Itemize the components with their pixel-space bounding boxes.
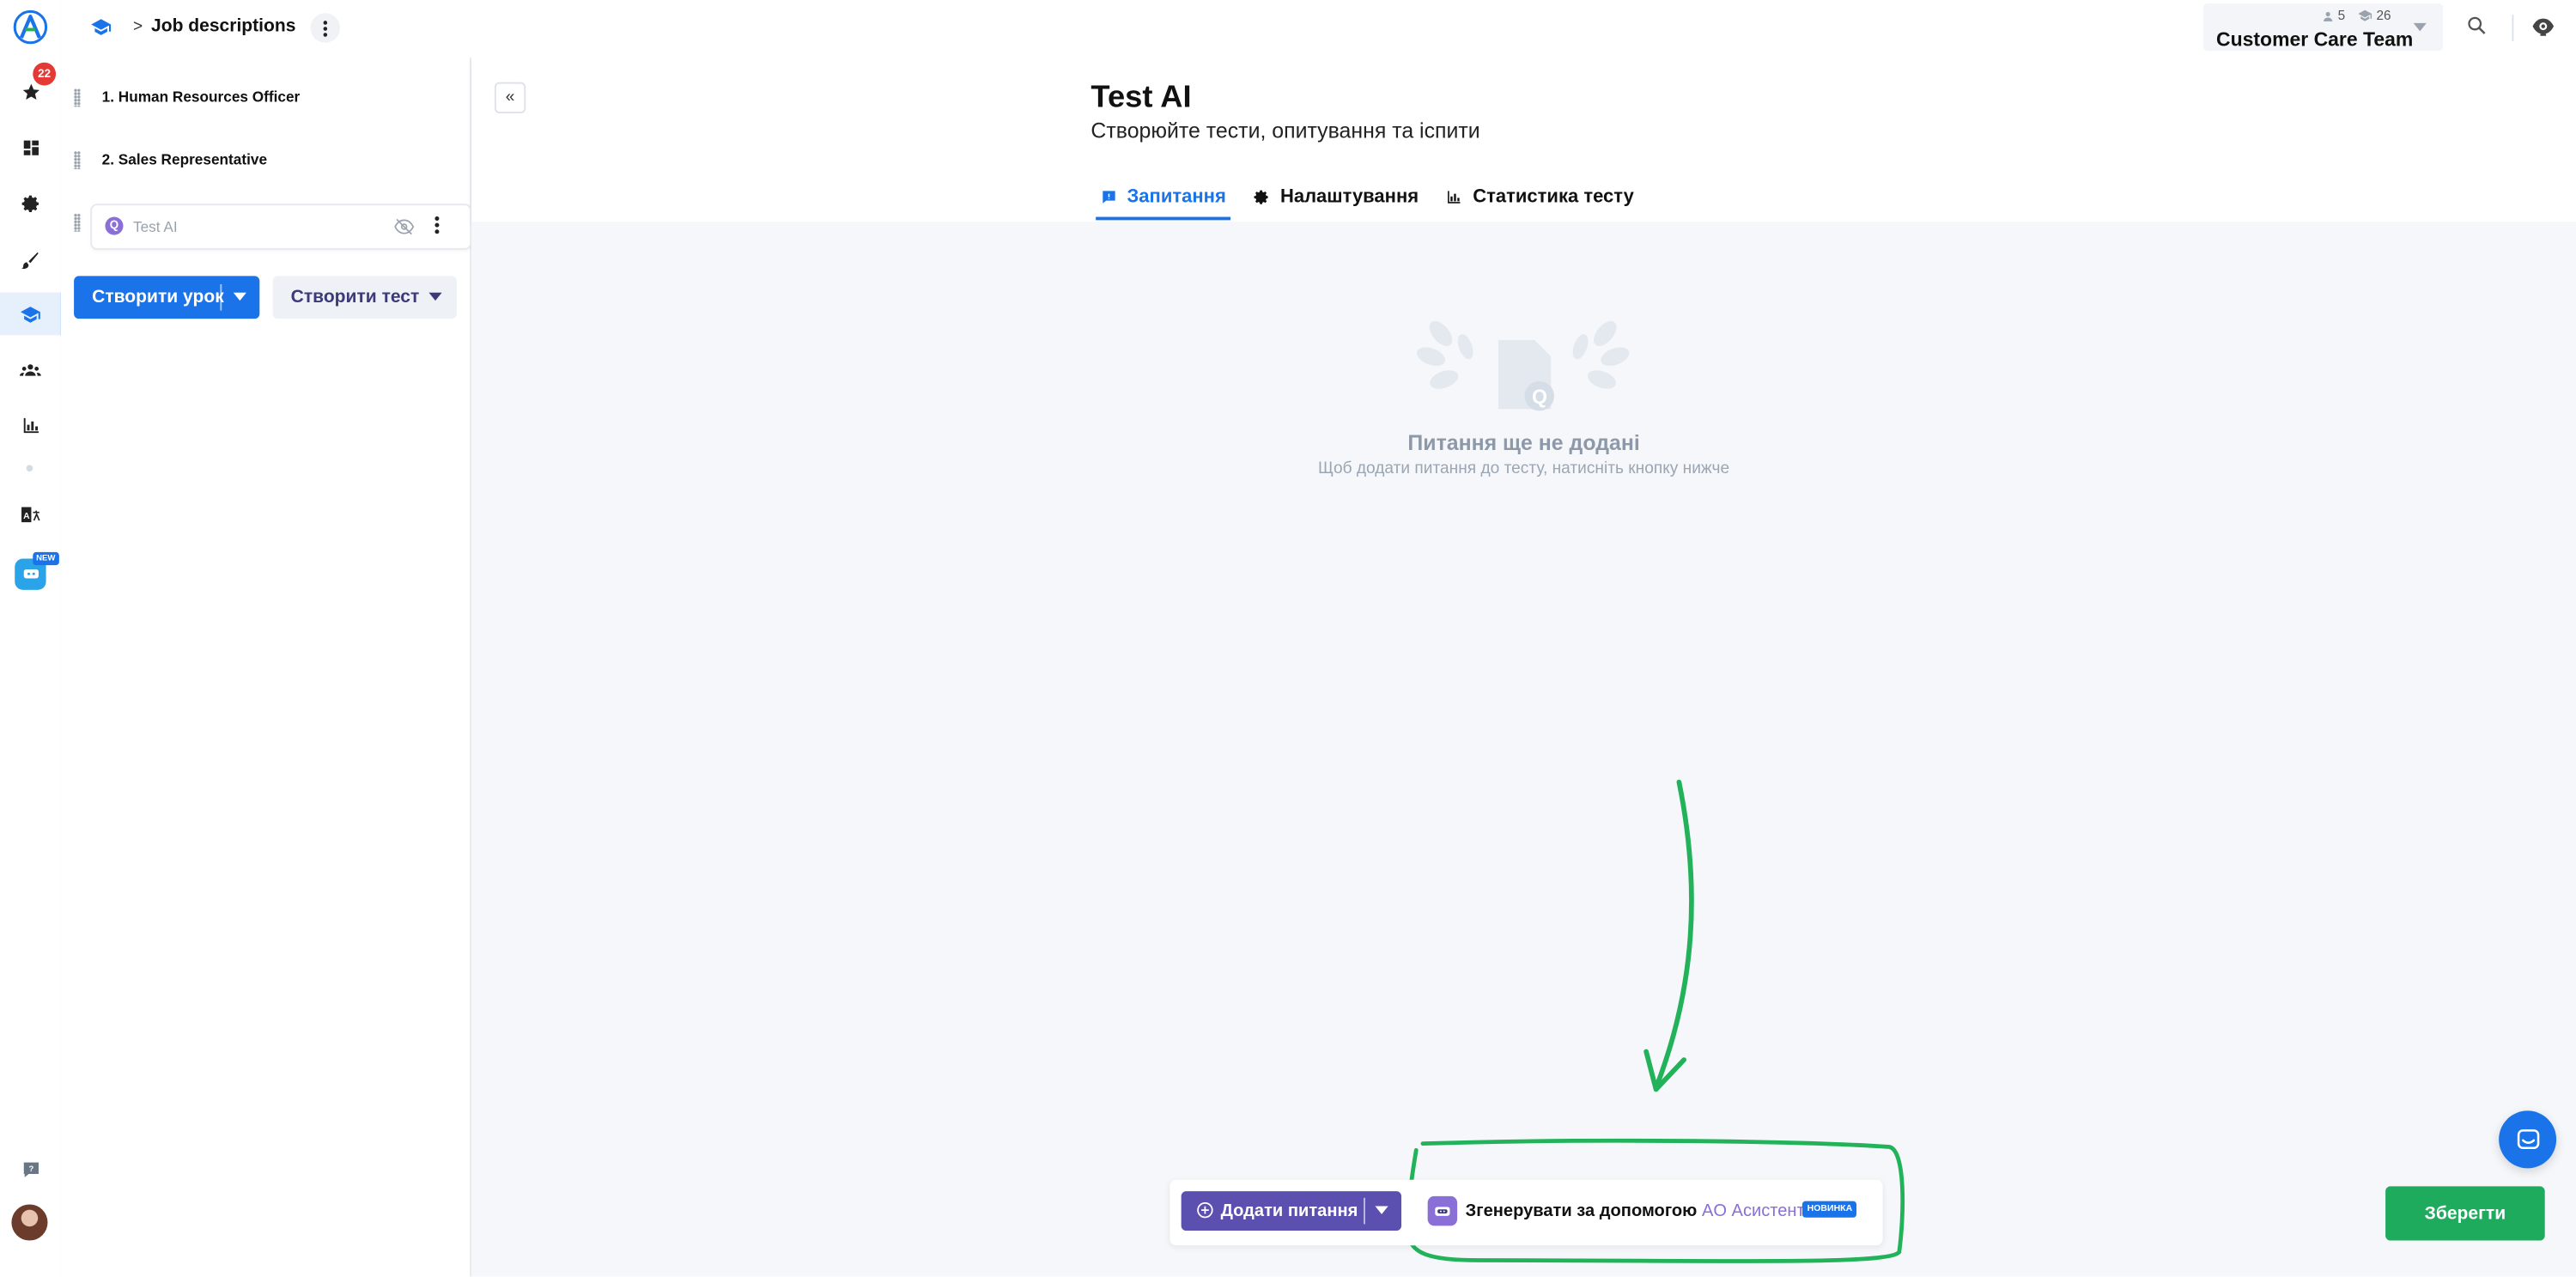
chevron-down-icon[interactable]	[233, 292, 246, 301]
support-chat-button[interactable]	[2499, 1110, 2557, 1169]
new-tag: NEW	[33, 551, 59, 566]
rail-dashboard-button[interactable]	[0, 126, 61, 169]
lesson-label: 2. Sales Representative	[101, 151, 268, 168]
graduation-cap-icon[interactable]	[90, 16, 112, 38]
notification-badge: 22	[33, 62, 57, 86]
add-question-label: Додати питання	[1220, 1201, 1358, 1221]
create-lesson-button[interactable]: Створити урок	[74, 276, 260, 319]
rail-courses-button[interactable]	[0, 292, 64, 336]
top-header: > Job descriptions 5 26 Customer Care Te…	[60, 0, 2576, 59]
lesson-item[interactable]: 1. Human Resources Officer	[61, 77, 470, 120]
chart-icon	[22, 417, 39, 434]
tab-statistics-label: Статистика тесту	[1473, 187, 1634, 208]
team-icon	[19, 363, 41, 375]
team-member-count: 5	[2337, 8, 2346, 23]
svg-text:Q: Q	[1532, 386, 1547, 408]
brush-icon	[21, 251, 39, 269]
quiz-badge-icon: Q	[105, 216, 124, 235]
graduation-cap-icon	[2359, 9, 2372, 21]
add-question-button[interactable]: Додати питання	[1181, 1191, 1402, 1231]
team-counts: 5 26	[2321, 9, 2391, 23]
button-divider	[220, 284, 222, 311]
page-title: Test AI	[1091, 80, 1192, 115]
generate-with-ai-label: Згенерувати за допомогою AO Асистента	[1466, 1201, 1814, 1221]
chevron-down-icon	[2413, 22, 2427, 32]
tab-statistics[interactable]: Статистика тесту	[1442, 178, 1639, 217]
generate-prefix: Згенерувати за допомогою	[1465, 1201, 1698, 1221]
collapse-panel-button[interactable]: «	[494, 82, 526, 114]
tab-settings-label: Налаштування	[1279, 187, 1419, 208]
more-vertical-icon[interactable]	[434, 216, 440, 235]
hidden-eye-icon[interactable]	[394, 217, 415, 237]
team-name: Customer Care Team	[2216, 27, 2414, 52]
gear-icon	[21, 195, 39, 213]
test-header: « Test AI Створюйте тести, опитування та…	[471, 57, 2576, 222]
robot-icon	[1427, 1195, 1458, 1226]
team-selector[interactable]: 5 26 Customer Care Team	[2202, 3, 2444, 52]
plus-circle-icon	[1197, 1201, 1213, 1219]
create-lesson-label: Створити урок	[92, 287, 224, 307]
user-avatar[interactable]	[11, 1204, 48, 1241]
test-item-selected[interactable]: Q Test AI	[90, 204, 472, 250]
left-rail: 22 A NEW ?	[0, 0, 64, 1277]
chat-icon	[2516, 1128, 2539, 1149]
header-divider	[2512, 15, 2514, 41]
rail-team-button[interactable]	[0, 349, 61, 392]
empty-questions-illustration-icon: Q	[1416, 320, 1630, 411]
tab-questions-label: Запитання	[1127, 187, 1226, 208]
drag-handle-icon[interactable]	[74, 213, 81, 232]
question-actions-bar: Додати питання Згенерувати за допомогою …	[1170, 1179, 1883, 1246]
rail-help-button[interactable]: ?	[0, 1148, 61, 1191]
svg-text:A: A	[23, 511, 30, 520]
empty-state-subtitle: Щоб додати питання до тесту, натисніть к…	[1318, 459, 1730, 478]
preview-eye-icon[interactable]	[2531, 15, 2555, 38]
team-learner-count: 26	[2376, 8, 2391, 23]
help-icon: ?	[22, 1162, 39, 1177]
drag-handle-icon[interactable]	[74, 151, 81, 170]
save-button[interactable]: Зберегти	[2385, 1186, 2545, 1241]
comment-icon	[1103, 191, 1115, 204]
translate-icon: A	[21, 506, 40, 522]
questions-area: Q Питання ще не додані Щоб додати питанн…	[471, 222, 2576, 1277]
dashboard-icon	[22, 140, 39, 155]
ai-assistant-name: AO Асистента	[1701, 1201, 1814, 1221]
create-test-label: Створити тест	[290, 287, 420, 307]
lesson-item[interactable]: 2. Sales Representative	[61, 140, 470, 183]
generate-with-ai-button[interactable]: Згенерувати за допомогою AO Асистента НО…	[1414, 1180, 1882, 1246]
chevron-down-icon[interactable]	[428, 292, 442, 301]
test-tabs: Запитання Налаштування Статистика тесту	[1096, 178, 1656, 222]
chevron-down-icon[interactable]	[1375, 1206, 1388, 1214]
star-icon	[21, 83, 39, 100]
breadcrumb-separator: >	[132, 18, 143, 37]
rail-analytics-button[interactable]	[0, 404, 61, 447]
rail-design-button[interactable]	[0, 238, 61, 281]
rail-translate-button[interactable]: A	[0, 493, 61, 536]
svg-text:?: ?	[28, 1165, 33, 1174]
breadcrumb-title[interactable]: Job descriptions	[151, 16, 295, 36]
search-icon[interactable]	[2466, 15, 2488, 36]
user-icon	[2324, 11, 2333, 21]
new-badge: НОВИНКА	[1801, 1201, 1857, 1218]
drag-handle-icon[interactable]	[74, 88, 81, 107]
rail-divider	[26, 465, 33, 472]
lessons-panel: 1. Human Resources Officer 2. Sales Repr…	[60, 57, 472, 1277]
more-vertical-icon	[323, 20, 328, 36]
tab-settings[interactable]: Налаштування	[1249, 178, 1424, 217]
empty-state-title: Питання ще не додані	[1407, 430, 1640, 455]
lesson-label: 1. Human Resources Officer	[101, 88, 301, 106]
page-subtitle: Створюйте тести, опитування та іспити	[1091, 118, 1480, 143]
graduation-cap-icon	[20, 306, 40, 322]
app-logo-icon[interactable]	[13, 9, 48, 45]
create-test-button[interactable]: Створити тест	[272, 276, 457, 319]
tab-questions[interactable]: Запитання	[1096, 178, 1231, 221]
rail-settings-button[interactable]	[0, 182, 61, 225]
gear-icon	[1254, 190, 1269, 204]
chart-icon	[1448, 191, 1461, 204]
test-item-label: Test AI	[132, 218, 178, 235]
button-divider	[1364, 1197, 1365, 1225]
breadcrumb-more-button[interactable]	[310, 13, 341, 43]
